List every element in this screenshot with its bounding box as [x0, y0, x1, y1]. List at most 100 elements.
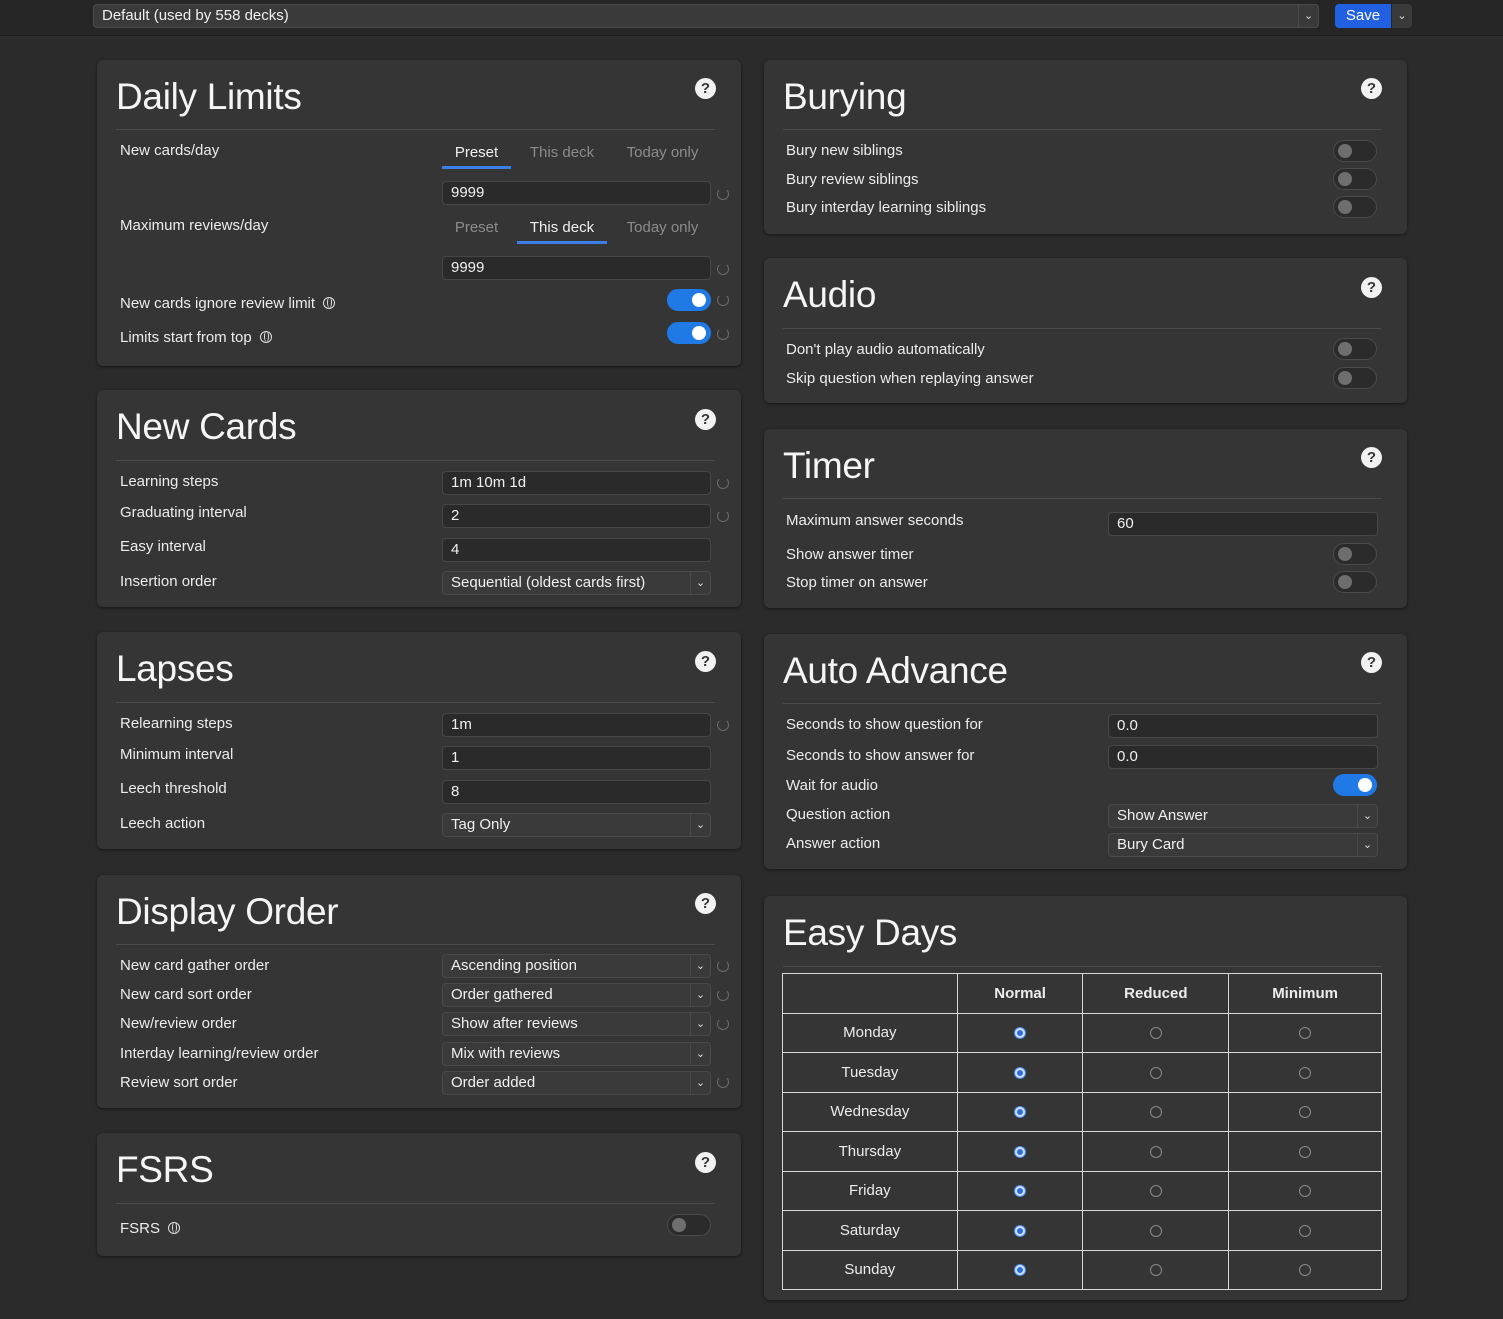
radio-minimum-saturday[interactable]: [1299, 1224, 1312, 1237]
radio-normal-tuesday[interactable]: [1014, 1066, 1027, 1079]
leech-threshold-input[interactable]: 8: [442, 780, 711, 804]
revert-icon[interactable]: [717, 188, 729, 200]
dont-play-audio-toggle[interactable]: [1333, 338, 1377, 360]
help-icon[interactable]: ?: [695, 651, 716, 672]
fsrs-toggle[interactable]: [667, 1214, 711, 1236]
save-button[interactable]: Save: [1335, 4, 1391, 28]
revert-icon[interactable]: [717, 960, 729, 972]
radio-reduced-friday[interactable]: [1149, 1185, 1162, 1198]
save-options-chevron-down-icon[interactable]: ⌄: [1392, 4, 1412, 28]
stop-timer-toggle[interactable]: [1333, 571, 1377, 593]
help-icon[interactable]: ?: [1361, 447, 1382, 468]
revert-icon[interactable]: [717, 719, 729, 731]
chevron-down-icon: ⌄: [690, 572, 710, 594]
radio-minimum-thursday[interactable]: [1299, 1145, 1312, 1158]
radio-reduced-thursday[interactable]: [1149, 1145, 1162, 1158]
max-answer-seconds-input[interactable]: 60: [1108, 512, 1378, 536]
max-reviews-day-input[interactable]: 9999: [442, 256, 711, 280]
radio-reduced-tuesday[interactable]: [1149, 1066, 1162, 1079]
radio-reduced-sunday[interactable]: [1149, 1264, 1162, 1277]
learning-steps-input[interactable]: 1m 10m 1d: [442, 471, 711, 495]
easy-days-table: Normal Reduced Minimum Monday Tuesday Wedn…: [782, 973, 1382, 1290]
answer-seconds-input[interactable]: 0.0: [1108, 745, 1378, 769]
divider: [783, 966, 1381, 967]
radio-reduced-monday[interactable]: [1149, 1027, 1162, 1040]
max-answer-seconds-label: Maximum answer seconds: [786, 512, 964, 529]
radio-normal-monday[interactable]: [1014, 1027, 1027, 1040]
radio-reduced-wednesday[interactable]: [1149, 1106, 1162, 1119]
help-icon[interactable]: ?: [695, 893, 716, 914]
skip-question-toggle[interactable]: [1333, 367, 1377, 389]
help-icon[interactable]: ?: [695, 1152, 716, 1173]
help-icon[interactable]: ?: [695, 409, 716, 430]
insertion-order-select[interactable]: Sequential (oldest cards first) ⌄: [442, 571, 711, 595]
graduating-interval-input[interactable]: 2: [442, 504, 711, 528]
radio-normal-saturday[interactable]: [1014, 1224, 1027, 1237]
new-review-order-select[interactable]: Show after reviews ⌄: [442, 1012, 711, 1036]
easy-interval-input[interactable]: 4: [442, 538, 711, 562]
question-action-select[interactable]: Show Answer ⌄: [1108, 804, 1378, 828]
timer-title: Timer: [783, 445, 875, 486]
revert-icon[interactable]: [717, 294, 729, 306]
wait-audio-toggle[interactable]: [1333, 774, 1377, 796]
bury-new-siblings-toggle[interactable]: [1333, 140, 1377, 162]
tab-this-deck-review[interactable]: This deck: [517, 216, 607, 244]
answer-action-value: Bury Card: [1117, 836, 1185, 853]
table-row: Wednesday: [782, 1091, 1382, 1132]
radio-cell: [956, 1131, 1084, 1172]
revert-icon[interactable]: [717, 1018, 729, 1030]
help-icon[interactable]: ?: [1361, 277, 1382, 298]
radio-minimum-friday[interactable]: [1299, 1185, 1312, 1198]
radio-minimum-monday[interactable]: [1299, 1027, 1312, 1040]
revert-icon[interactable]: [717, 477, 729, 489]
radio-cell: [1082, 1052, 1230, 1093]
leech-action-select[interactable]: Tag Only ⌄: [442, 813, 711, 837]
sort-order-select[interactable]: Order gathered ⌄: [442, 983, 711, 1007]
help-icon[interactable]: ?: [1361, 78, 1382, 99]
revert-icon[interactable]: [717, 328, 729, 340]
ignore-review-limit-text: New cards ignore review limit: [120, 295, 316, 312]
radio-normal-friday[interactable]: [1014, 1185, 1027, 1198]
question-seconds-input[interactable]: 0.0: [1108, 714, 1378, 738]
review-sort-order-select[interactable]: Order added ⌄: [442, 1071, 711, 1095]
radio-normal-thursday[interactable]: [1014, 1145, 1027, 1158]
relearning-steps-input[interactable]: 1m: [442, 713, 711, 737]
tab-this-deck-new[interactable]: This deck: [517, 141, 607, 169]
interday-order-select[interactable]: Mix with reviews ⌄: [442, 1042, 711, 1066]
globe-icon: [259, 331, 272, 343]
radio-normal-sunday[interactable]: [1014, 1264, 1027, 1277]
gather-order-select[interactable]: Ascending position ⌄: [442, 954, 711, 978]
bury-interday-siblings-toggle[interactable]: [1333, 196, 1377, 218]
auto-advance-card: Auto Advance ? Seconds to show question …: [764, 634, 1407, 869]
revert-icon[interactable]: [717, 263, 729, 275]
revert-icon[interactable]: [717, 1076, 729, 1088]
radio-reduced-saturday[interactable]: [1149, 1224, 1162, 1237]
radio-normal-wednesday[interactable]: [1014, 1106, 1027, 1119]
radio-cell: [1228, 1012, 1382, 1053]
help-icon[interactable]: ?: [1361, 652, 1382, 673]
limits-start-top-toggle[interactable]: [667, 322, 711, 344]
new-cards-day-input[interactable]: 9999: [442, 181, 711, 205]
radio-minimum-wednesday[interactable]: [1299, 1106, 1312, 1119]
revert-icon[interactable]: [717, 510, 729, 522]
chevron-down-icon: ⌄: [1357, 805, 1377, 827]
fsrs-label-text: FSRS: [120, 1220, 161, 1237]
radio-cell: [1082, 1210, 1230, 1251]
leech-threshold-label: Leech threshold: [120, 780, 227, 797]
bury-review-siblings-toggle[interactable]: [1333, 168, 1377, 190]
tab-preset-new[interactable]: Preset: [442, 141, 511, 169]
radio-minimum-tuesday[interactable]: [1299, 1066, 1312, 1079]
answer-action-label: Answer action: [786, 835, 881, 852]
answer-action-select[interactable]: Bury Card ⌄: [1108, 833, 1378, 857]
tab-preset-review[interactable]: Preset: [442, 216, 511, 244]
show-answer-timer-label: Show answer timer: [786, 546, 914, 563]
preset-select[interactable]: Default (used by 558 decks) ⌄: [93, 4, 1319, 28]
tab-today-only-review[interactable]: Today only: [615, 216, 710, 244]
tab-today-only-new[interactable]: Today only: [615, 141, 710, 169]
minimum-interval-input[interactable]: 1: [442, 746, 711, 770]
show-answer-timer-toggle[interactable]: [1333, 543, 1377, 565]
help-icon[interactable]: ?: [695, 78, 716, 99]
radio-minimum-sunday[interactable]: [1299, 1264, 1312, 1277]
ignore-review-limit-toggle[interactable]: [667, 289, 711, 311]
revert-icon[interactable]: [717, 989, 729, 1001]
